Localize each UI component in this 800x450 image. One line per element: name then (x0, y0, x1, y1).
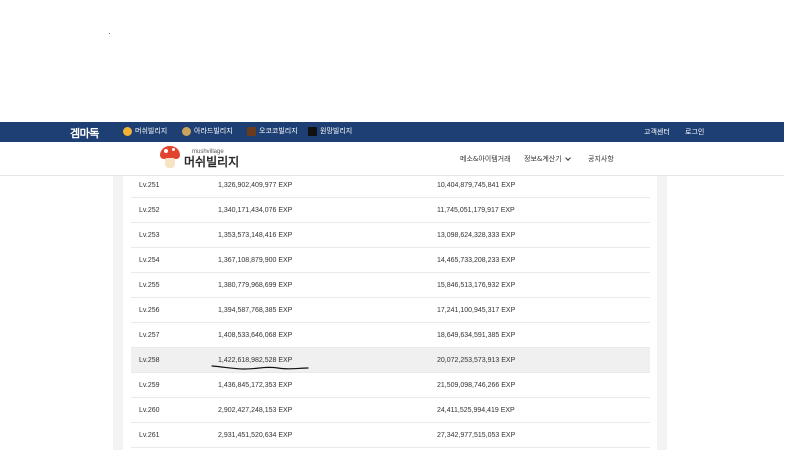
exp-cell: 1,394,587,768,385 EXP (218, 307, 293, 314)
site-logo[interactable]: mushvillage 머쉬빌리지 (160, 146, 239, 168)
total-exp-cell: 21,509,098,746,266 EXP (437, 382, 516, 389)
wonmang-icon (308, 126, 317, 136)
site-header: mushvillage 머쉬빌리지 메소&아이템거래 정보&계산기 공지사항 (0, 142, 784, 176)
exp-cell: 1,436,845,172,353 EXP (218, 382, 293, 389)
menu-info-label: 정보&계산기 (524, 155, 562, 163)
exp-cell: 1,422,618,982,528 EXP (218, 357, 293, 364)
level-cell: Lv.259 (139, 382, 160, 389)
chevron-down-icon (564, 154, 571, 161)
exp-cell: 1,353,573,148,416 EXP (218, 232, 293, 239)
exp-cell: 2,931,451,520,634 EXP (218, 432, 293, 439)
topnav-okokovillage[interactable]: 오코코빌리지 (247, 126, 298, 136)
left-gutter (113, 176, 123, 450)
menu-info-calculator[interactable]: 정보&계산기 (524, 154, 571, 164)
menu-trade[interactable]: 메소&아이템거래 (460, 154, 511, 164)
topnav-aradvillage[interactable]: 아라드빌리지 (182, 126, 233, 136)
total-exp-cell: 20,072,253,573,913 EXP (437, 357, 516, 364)
level-cell: Lv.252 (139, 207, 160, 214)
topnav-mushvillage[interactable]: 머쉬빌리지 (123, 126, 167, 136)
topnav-label: 원망빌리지 (320, 127, 353, 135)
brand-logo[interactable]: 겜마독 (70, 125, 99, 141)
okoko-icon (247, 126, 256, 136)
login-link[interactable]: 로그인 (685, 127, 704, 137)
right-gutter (657, 176, 667, 450)
total-exp-cell: 17,241,100,945,317 EXP (437, 307, 516, 314)
level-cell: Lv.257 (139, 332, 160, 339)
logo-title: 머쉬빌리지 (184, 155, 240, 169)
global-topbar: 겜마독 머쉬빌리지 아라드빌리지 오코코빌리지 원망빌리지 고객센터 로그인 (0, 122, 784, 142)
total-exp-cell: 13,098,624,328,333 EXP (437, 232, 516, 239)
level-cell: Lv.256 (139, 307, 160, 314)
exp-cell: 1,408,533,646,068 EXP (218, 332, 293, 339)
total-exp-cell: 18,649,634,591,385 EXP (437, 332, 516, 339)
table-row: Lv.251 1,326,902,409,977 EXP 10,404,879,… (131, 173, 650, 198)
total-exp-cell: 14,465,733,208,233 EXP (437, 257, 516, 264)
customer-center-link[interactable]: 고객센터 (644, 127, 670, 137)
exp-cell: 1,380,779,968,699 EXP (218, 282, 293, 289)
level-cell: Lv.260 (139, 407, 160, 414)
menu-notice[interactable]: 공지사항 (588, 154, 614, 164)
table-row-highlighted: Lv.258 1,422,618,982,528 EXP 20,072,253,… (131, 348, 650, 373)
level-cell: Lv.253 (139, 232, 160, 239)
exp-cell: 1,367,108,879,900 EXP (218, 257, 293, 264)
exp-cell: 2,902,427,248,153 EXP (218, 407, 293, 414)
level-cell: Lv.251 (139, 182, 160, 189)
table-row: Lv.260 2,902,427,248,153 EXP 24,411,525,… (131, 398, 650, 423)
mushroom-icon (123, 126, 132, 136)
total-exp-cell: 10,404,879,745,841 EXP (437, 182, 516, 189)
total-exp-cell: 11,745,051,179,917 EXP (437, 207, 515, 214)
table-row: Lv.255 1,380,779,968,699 EXP 15,846,513,… (131, 273, 650, 298)
topnav-wonmangvillage[interactable]: 원망빌리지 (308, 126, 352, 136)
handwritten-underline (211, 365, 309, 370)
level-cell: Lv.255 (139, 282, 160, 289)
exp-cell: 1,326,902,409,977 EXP (218, 182, 293, 189)
exp-cell: 1,340,171,434,076 EXP (218, 207, 293, 214)
table-row: Lv.257 1,408,533,646,068 EXP 18,649,634,… (131, 323, 650, 348)
table-row: Lv.261 2,931,451,520,634 EXP 27,342,977,… (131, 423, 650, 448)
table-row: Lv.253 1,353,573,148,416 EXP 13,098,624,… (131, 223, 650, 248)
level-cell: Lv.261 (139, 432, 160, 439)
arad-icon (182, 126, 191, 136)
total-exp-cell: 15,846,513,176,932 EXP (437, 282, 516, 289)
total-exp-cell: 24,411,525,994,419 EXP (437, 407, 515, 414)
table-row: Lv.254 1,367,108,879,900 EXP 14,465,733,… (131, 248, 650, 273)
table-row: Lv.252 1,340,171,434,076 EXP 11,745,051,… (131, 198, 650, 223)
topnav-label: 오코코빌리지 (259, 127, 298, 135)
level-cell: Lv.254 (139, 257, 160, 264)
table-row: Lv.256 1,394,587,768,385 EXP 17,241,100,… (131, 298, 650, 323)
stray-dot (109, 33, 110, 34)
total-exp-cell: 27,342,977,515,053 EXP (437, 432, 516, 439)
topnav-label: 아라드빌리지 (194, 127, 233, 135)
level-cell: Lv.258 (139, 357, 160, 364)
table-row: Lv.259 1,436,845,172,353 EXP 21,509,098,… (131, 373, 650, 398)
topnav-label: 머쉬빌리지 (135, 127, 168, 135)
mushroom-mascot-icon (160, 146, 180, 168)
